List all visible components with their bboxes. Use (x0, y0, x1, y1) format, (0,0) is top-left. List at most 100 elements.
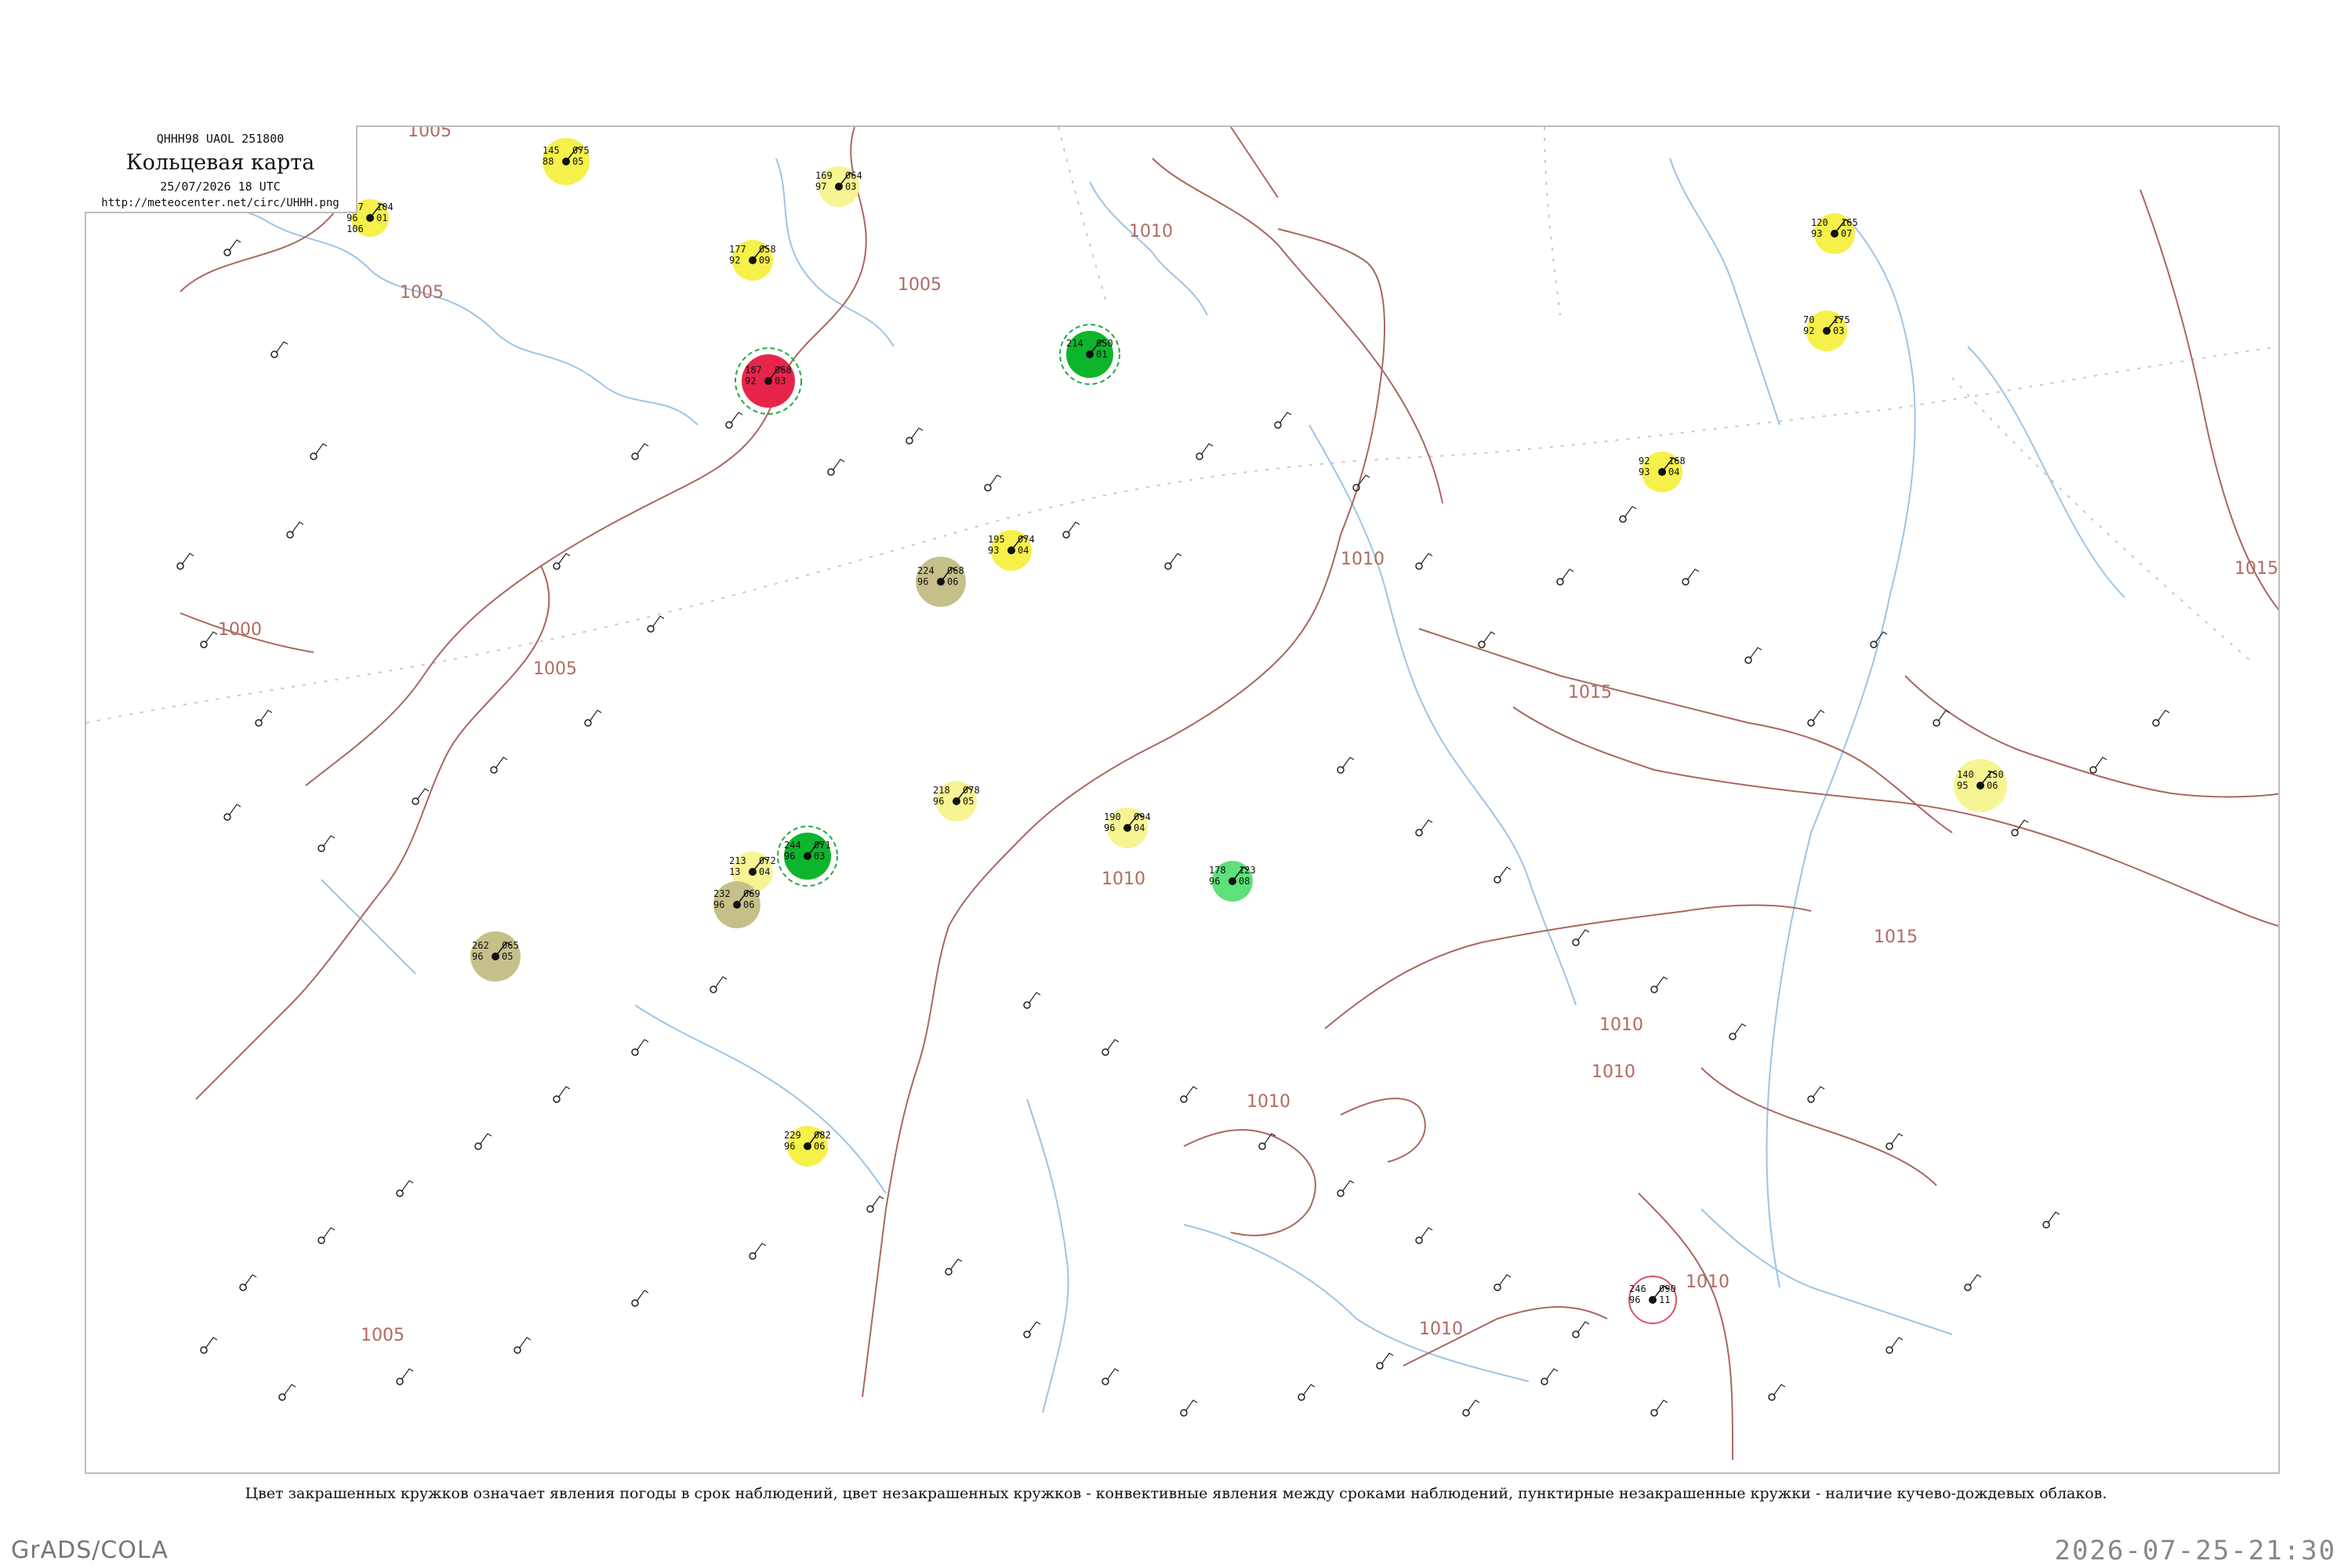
wind-barb (275, 341, 289, 354)
map-frame[interactable]: 1005 1010 1005 1005 1010 1000 1005 1010 … (85, 125, 2280, 1474)
legend-caption: Цвет закрашенных кружков означает явлени… (245, 1485, 2107, 1502)
wind-barb (228, 804, 241, 816)
wind-barb (495, 757, 508, 769)
wind-barb (1577, 929, 1590, 942)
station-pressure-value: 03 (775, 376, 786, 387)
wind-barb (322, 835, 336, 848)
synoptic-map[interactable]: 1005 1010 1005 1005 1010 1000 1005 1010 … (86, 127, 2280, 1474)
wind-barb (1420, 553, 1433, 565)
station-value: 92 (1639, 456, 1650, 466)
isobar-label: 1000 (218, 620, 262, 640)
station-pressure-value: 04 (1018, 545, 1029, 556)
station-value: 195 (988, 534, 1005, 545)
wind-barb (1341, 757, 1355, 769)
isobar-labels: 1005 1010 1005 1005 1010 1000 1005 1010 … (218, 127, 2278, 1345)
station-value: 92 (729, 255, 740, 266)
wind-barb (1498, 866, 1512, 879)
station-pressure-value: 165 (1841, 217, 1858, 228)
map-url[interactable]: http://meteocenter.net/circ/UHHH.png (85, 197, 356, 209)
wind-barb (636, 1290, 649, 1302)
station-pressure-value: 123 (1239, 865, 1256, 876)
station-pressure-value: 075 (572, 145, 590, 156)
wind-barb (1749, 647, 1762, 659)
station-pressure-value: 03 (845, 181, 856, 192)
wind-barb (1169, 553, 1182, 565)
isobar-label: 1015 (2234, 559, 2278, 579)
wind-barb (1561, 568, 1574, 581)
wind-barb (2094, 757, 2107, 769)
wind-barb (636, 443, 649, 456)
wind-barb (589, 710, 602, 722)
station-pressure-value: 01 (376, 212, 387, 223)
wind-barb (652, 615, 665, 628)
wind-barb (832, 459, 845, 471)
station-plot[interactable]: 24696 09011 (1629, 1283, 1676, 1305)
wind-barb (1185, 1399, 1198, 1412)
station-dots (176, 239, 2170, 1417)
wind-barb (1028, 992, 1041, 1004)
wind-barb (1467, 1399, 1480, 1412)
wind-barb (1381, 1352, 1394, 1365)
wind-barb (1028, 1321, 1041, 1334)
station-value: 70 (1803, 314, 1814, 325)
station-value: 96 (1629, 1294, 1640, 1305)
isobar-label: 1005 (400, 283, 444, 303)
station-pressure-value: 04 (1668, 466, 1679, 477)
isobar-label: 1010 (1599, 1015, 1643, 1035)
wind-barb (2157, 710, 2170, 722)
wind-barb (416, 788, 430, 800)
station-pressure-value: 168 (1668, 456, 1686, 466)
wind-barb (260, 710, 273, 722)
wind-barb (1624, 506, 1637, 518)
station-pressure-value: 01 (1096, 349, 1107, 360)
isobar-label: 1015 (1874, 927, 1918, 947)
station-value: 190 (1104, 811, 1121, 822)
wind-barb (557, 1086, 571, 1098)
wind-barb (1420, 1227, 1433, 1240)
station-pressure-value: 04 (759, 866, 770, 877)
wind-barb (228, 239, 241, 252)
station-pressure-value: 104 (376, 201, 394, 212)
station-pressure-value: 175 (1833, 314, 1850, 325)
isobar-label: 1010 (1129, 222, 1173, 241)
station-value: 178 (1209, 865, 1226, 876)
wind-barb (205, 1337, 218, 1349)
station-pressure-value: 06 (947, 576, 958, 587)
station-pressure-value: 071 (814, 840, 831, 851)
wind-barb (244, 1274, 257, 1287)
isobar-label: 1005 (361, 1326, 405, 1345)
station-value: 88 (543, 156, 554, 167)
wind-barb (1483, 631, 1496, 644)
isobar-label: 1015 (1568, 683, 1612, 702)
station-pressure-value: 065 (502, 940, 519, 951)
wind-barb (1937, 710, 1951, 722)
wind-barb (283, 1384, 296, 1396)
isobar-label: 1010 (1686, 1272, 1730, 1292)
station-pressure-value: 07 (1841, 228, 1852, 239)
map-code: QHHH98 UAOL 251800 (156, 132, 285, 146)
wind-barb (1185, 1086, 1198, 1098)
wind-barb (1890, 1337, 1904, 1349)
station-plots[interactable]: 1079610610401169970640314588075051779205… (347, 145, 2004, 1305)
wind-barb (910, 427, 924, 440)
station-value: 244 (784, 840, 801, 851)
wind-barb (1498, 1274, 1512, 1287)
station-pressure-value: 06 (743, 899, 754, 910)
wind-barb (2047, 1211, 2060, 1224)
wind-barb (479, 1133, 492, 1145)
station-pressure-value: 068 (947, 565, 964, 576)
wind-barb (1686, 568, 1700, 581)
wind-barb (205, 631, 218, 644)
station-pressure-value: 11 (1659, 1294, 1670, 1305)
isobar-label: 1005 (533, 659, 577, 679)
station-value: 95 (1957, 780, 1968, 791)
station-value: 92 (1803, 325, 1814, 336)
wind-barb (1577, 1321, 1590, 1334)
map-date: 25/07/2026 18 UTC (160, 180, 281, 194)
station-value: 177 (729, 244, 746, 255)
wind-barb (322, 1227, 336, 1240)
wind-barb (1067, 521, 1080, 534)
station-value: 96 (917, 576, 928, 587)
wind-barb (1812, 710, 1825, 722)
station-pressure-value: 05 (572, 156, 583, 167)
